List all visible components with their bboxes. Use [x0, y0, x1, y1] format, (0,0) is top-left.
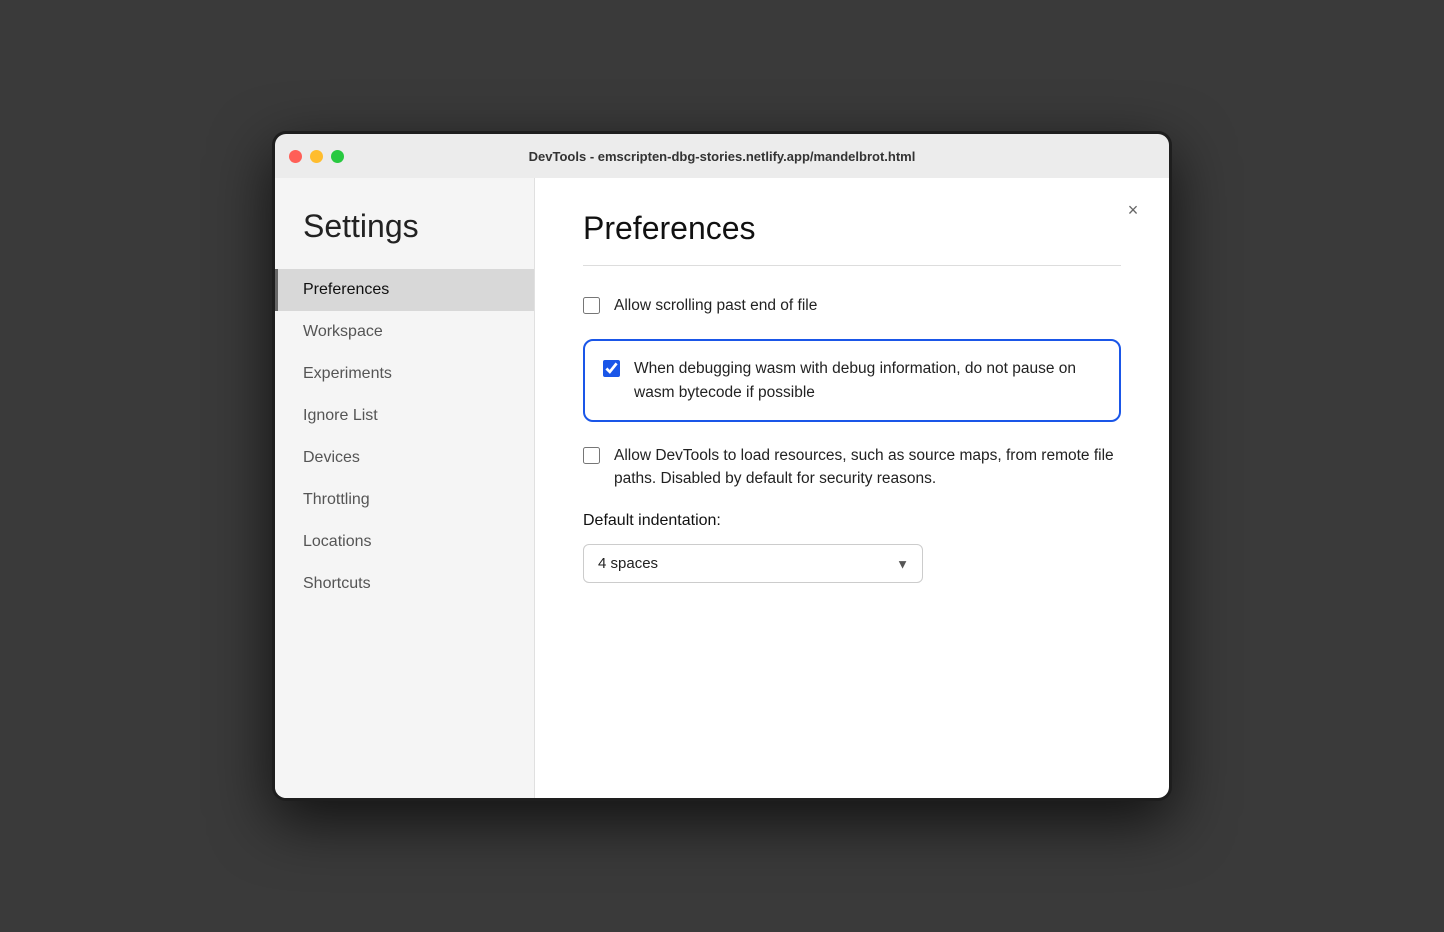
sidebar-item-preferences[interactable]: Preferences [275, 269, 534, 311]
sidebar-item-shortcuts[interactable]: Shortcuts [275, 563, 534, 605]
indentation-select-wrapper: 2 spaces 4 spaces 8 spaces Tab character… [583, 544, 923, 583]
devtools-window: DevTools - emscripten-dbg-stories.netlif… [272, 131, 1172, 801]
scroll-past-eof-label: Allow scrolling past end of file [614, 294, 817, 317]
indentation-section: Default indentation: 2 spaces 4 spaces 8… [583, 512, 1121, 583]
wasm-debug-label: When debugging wasm with debug informati… [634, 357, 1101, 404]
minimize-traffic-light[interactable] [310, 150, 323, 163]
wasm-debug-checkbox[interactable] [603, 360, 620, 377]
title-bar: DevTools - emscripten-dbg-stories.netlif… [275, 134, 1169, 178]
sidebar-heading: Settings [275, 208, 534, 269]
close-button[interactable]: × [1119, 196, 1147, 224]
indentation-select[interactable]: 2 spaces 4 spaces 8 spaces Tab character [583, 544, 923, 583]
close-traffic-light[interactable] [289, 150, 302, 163]
setting-row-wasm: When debugging wasm with debug informati… [583, 339, 1121, 422]
window-body: Settings Preferences Workspace Experimen… [275, 178, 1169, 798]
sidebar-item-locations[interactable]: Locations [275, 521, 534, 563]
setting-row-remote: Allow DevTools to load resources, such a… [583, 444, 1121, 491]
remote-paths-label: Allow DevTools to load resources, such a… [614, 444, 1121, 491]
content-title: Preferences [583, 210, 1121, 247]
main-content: × Preferences Allow scrolling past end o… [535, 178, 1169, 798]
sidebar: Settings Preferences Workspace Experimen… [275, 178, 535, 798]
scroll-past-eof-checkbox[interactable] [583, 297, 600, 314]
remote-paths-checkbox[interactable] [583, 447, 600, 464]
window-title: DevTools - emscripten-dbg-stories.netlif… [529, 149, 916, 164]
setting-row-scroll: Allow scrolling past end of file [583, 294, 1121, 317]
traffic-lights [289, 150, 344, 163]
sidebar-item-workspace[interactable]: Workspace [275, 311, 534, 353]
sidebar-item-experiments[interactable]: Experiments [275, 353, 534, 395]
sidebar-item-devices[interactable]: Devices [275, 437, 534, 479]
section-divider [583, 265, 1121, 266]
sidebar-item-throttling[interactable]: Throttling [275, 479, 534, 521]
indentation-label: Default indentation: [583, 512, 1121, 530]
sidebar-item-ignore-list[interactable]: Ignore List [275, 395, 534, 437]
maximize-traffic-light[interactable] [331, 150, 344, 163]
